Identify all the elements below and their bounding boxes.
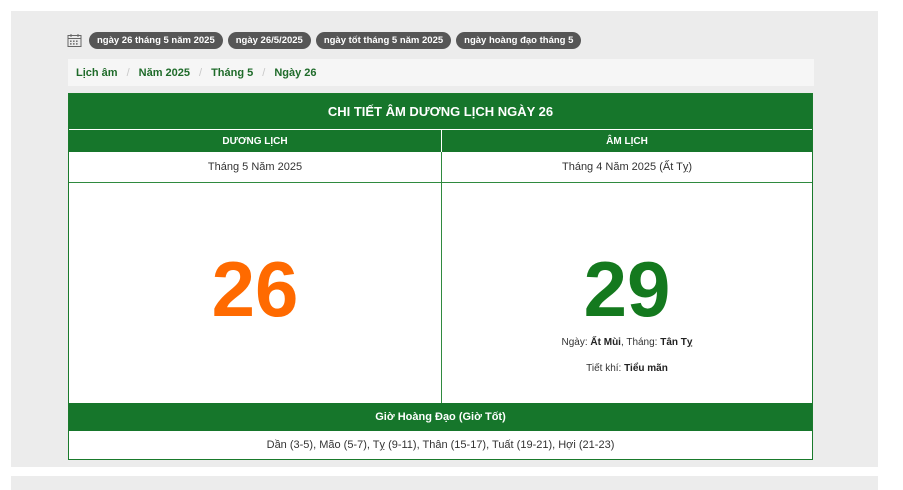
lunar-month-year: Tháng 4 Năm 2025 (Ất Tỵ) <box>561 161 693 173</box>
row-divider <box>69 182 812 183</box>
breadcrumb-item-month[interactable]: Tháng 5 <box>211 67 253 79</box>
solar-header: DƯƠNG LỊCH <box>69 130 441 152</box>
lunar-header: ÂM LỊCH <box>442 130 812 152</box>
tag-link[interactable]: ngày hoàng đạo tháng 5 <box>456 31 582 49</box>
breadcrumb-separator: / <box>199 66 203 79</box>
month-can-chi: Tân Tỵ <box>660 337 693 348</box>
month-label: , Tháng: <box>620 337 658 348</box>
tiet-khi-value: Tiểu mãn <box>624 363 668 374</box>
breadcrumb: Lịch âm / Năm 2025 / Tháng 5 / Ngày 26 <box>68 59 814 86</box>
solar-month-year: Tháng 5 Năm 2025 <box>207 161 303 173</box>
tag-bar: ngày 26 tháng 5 năm 2025 ngày 26/5/2025 … <box>67 31 582 49</box>
breadcrumb-separator: / <box>126 66 130 79</box>
auspicious-hours-list: Dần (3-5), Mão (5-7), Tỵ (9-11), Thân (1… <box>266 439 615 451</box>
day-label: Ngày: <box>561 337 588 348</box>
calendar-icon <box>67 33 82 48</box>
calendar-detail-card: CHI TIẾT ÂM DƯƠNG LỊCH NGÀY 26 DƯƠNG LỊC… <box>68 93 813 460</box>
breadcrumb-item-day[interactable]: Ngày 26 <box>274 67 316 79</box>
lunar-day-number: 29 <box>583 245 671 333</box>
can-chi-info: Ngày: Ất Mùi, Tháng: Tân Tỵ <box>442 337 812 348</box>
next-section-strip <box>11 476 878 490</box>
auspicious-hours-title: Giờ Hoàng Đạo (Giờ Tốt) <box>69 403 812 431</box>
tag-link[interactable]: ngày 26/5/2025 <box>227 31 311 49</box>
card-title: CHI TIẾT ÂM DƯƠNG LỊCH NGÀY 26 <box>69 94 812 129</box>
breadcrumb-separator: / <box>262 66 266 79</box>
tag-link[interactable]: ngày 26 tháng 5 năm 2025 <box>89 31 223 49</box>
day-can-chi: Ất Mùi <box>590 337 621 348</box>
breadcrumb-item-lich-am[interactable]: Lịch âm <box>76 67 118 79</box>
tag-link[interactable]: ngày tốt tháng 5 năm 2025 <box>315 31 452 49</box>
breadcrumb-item-year[interactable]: Năm 2025 <box>139 67 190 79</box>
solar-day-number: 26 <box>211 245 299 333</box>
tiet-khi-label: Tiết khí: <box>586 363 622 374</box>
tiet-khi-info: Tiết khí: Tiểu mãn <box>442 363 812 374</box>
